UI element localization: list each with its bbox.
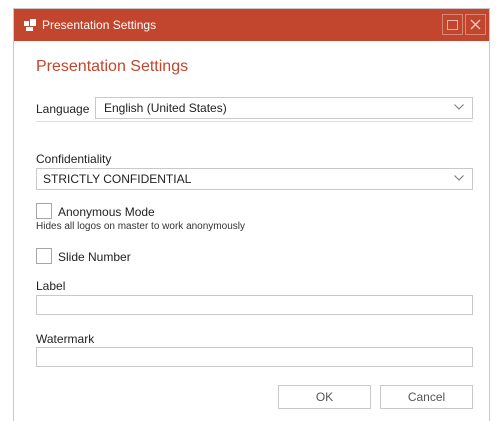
chevron-down-icon [454, 175, 464, 181]
confidentiality-value: STRICTLY CONFIDENTIAL [43, 172, 192, 186]
title-bar: Presentation Settings [14, 9, 489, 41]
window-title: Presentation Settings [42, 18, 157, 32]
close-button[interactable] [465, 14, 486, 35]
dialog-heading: Presentation Settings [36, 58, 189, 75]
presentation-settings-dialog: Presentation Settings Presentation Setti… [13, 8, 490, 421]
watermark-field-label: Watermark [36, 332, 95, 346]
app-icon [24, 19, 36, 31]
language-select[interactable]: English (United States) [95, 97, 473, 119]
label-field-label: Label [36, 279, 66, 293]
ok-button[interactable]: OK [278, 385, 371, 409]
chevron-down-icon [454, 104, 464, 110]
anonymous-mode-label: Anonymous Mode [58, 205, 155, 219]
confidentiality-select[interactable]: STRICTLY CONFIDENTIAL [36, 168, 473, 190]
anonymous-mode-checkbox[interactable] [36, 203, 52, 219]
label-input[interactable] [36, 295, 473, 315]
anonymous-mode-hint: Hides all logos on master to work anonym… [36, 221, 245, 232]
language-label: Language [36, 102, 90, 116]
cancel-button[interactable]: Cancel [380, 385, 473, 409]
confidentiality-label: Confidentiality [36, 152, 112, 166]
maximize-icon [447, 19, 458, 30]
watermark-input[interactable] [36, 347, 473, 367]
close-icon [470, 19, 481, 30]
slide-number-label: Slide Number [58, 250, 131, 264]
divider [36, 121, 473, 122]
slide-number-checkbox[interactable] [36, 248, 52, 264]
maximize-button[interactable] [442, 14, 463, 35]
language-value: English (United States) [104, 101, 227, 115]
